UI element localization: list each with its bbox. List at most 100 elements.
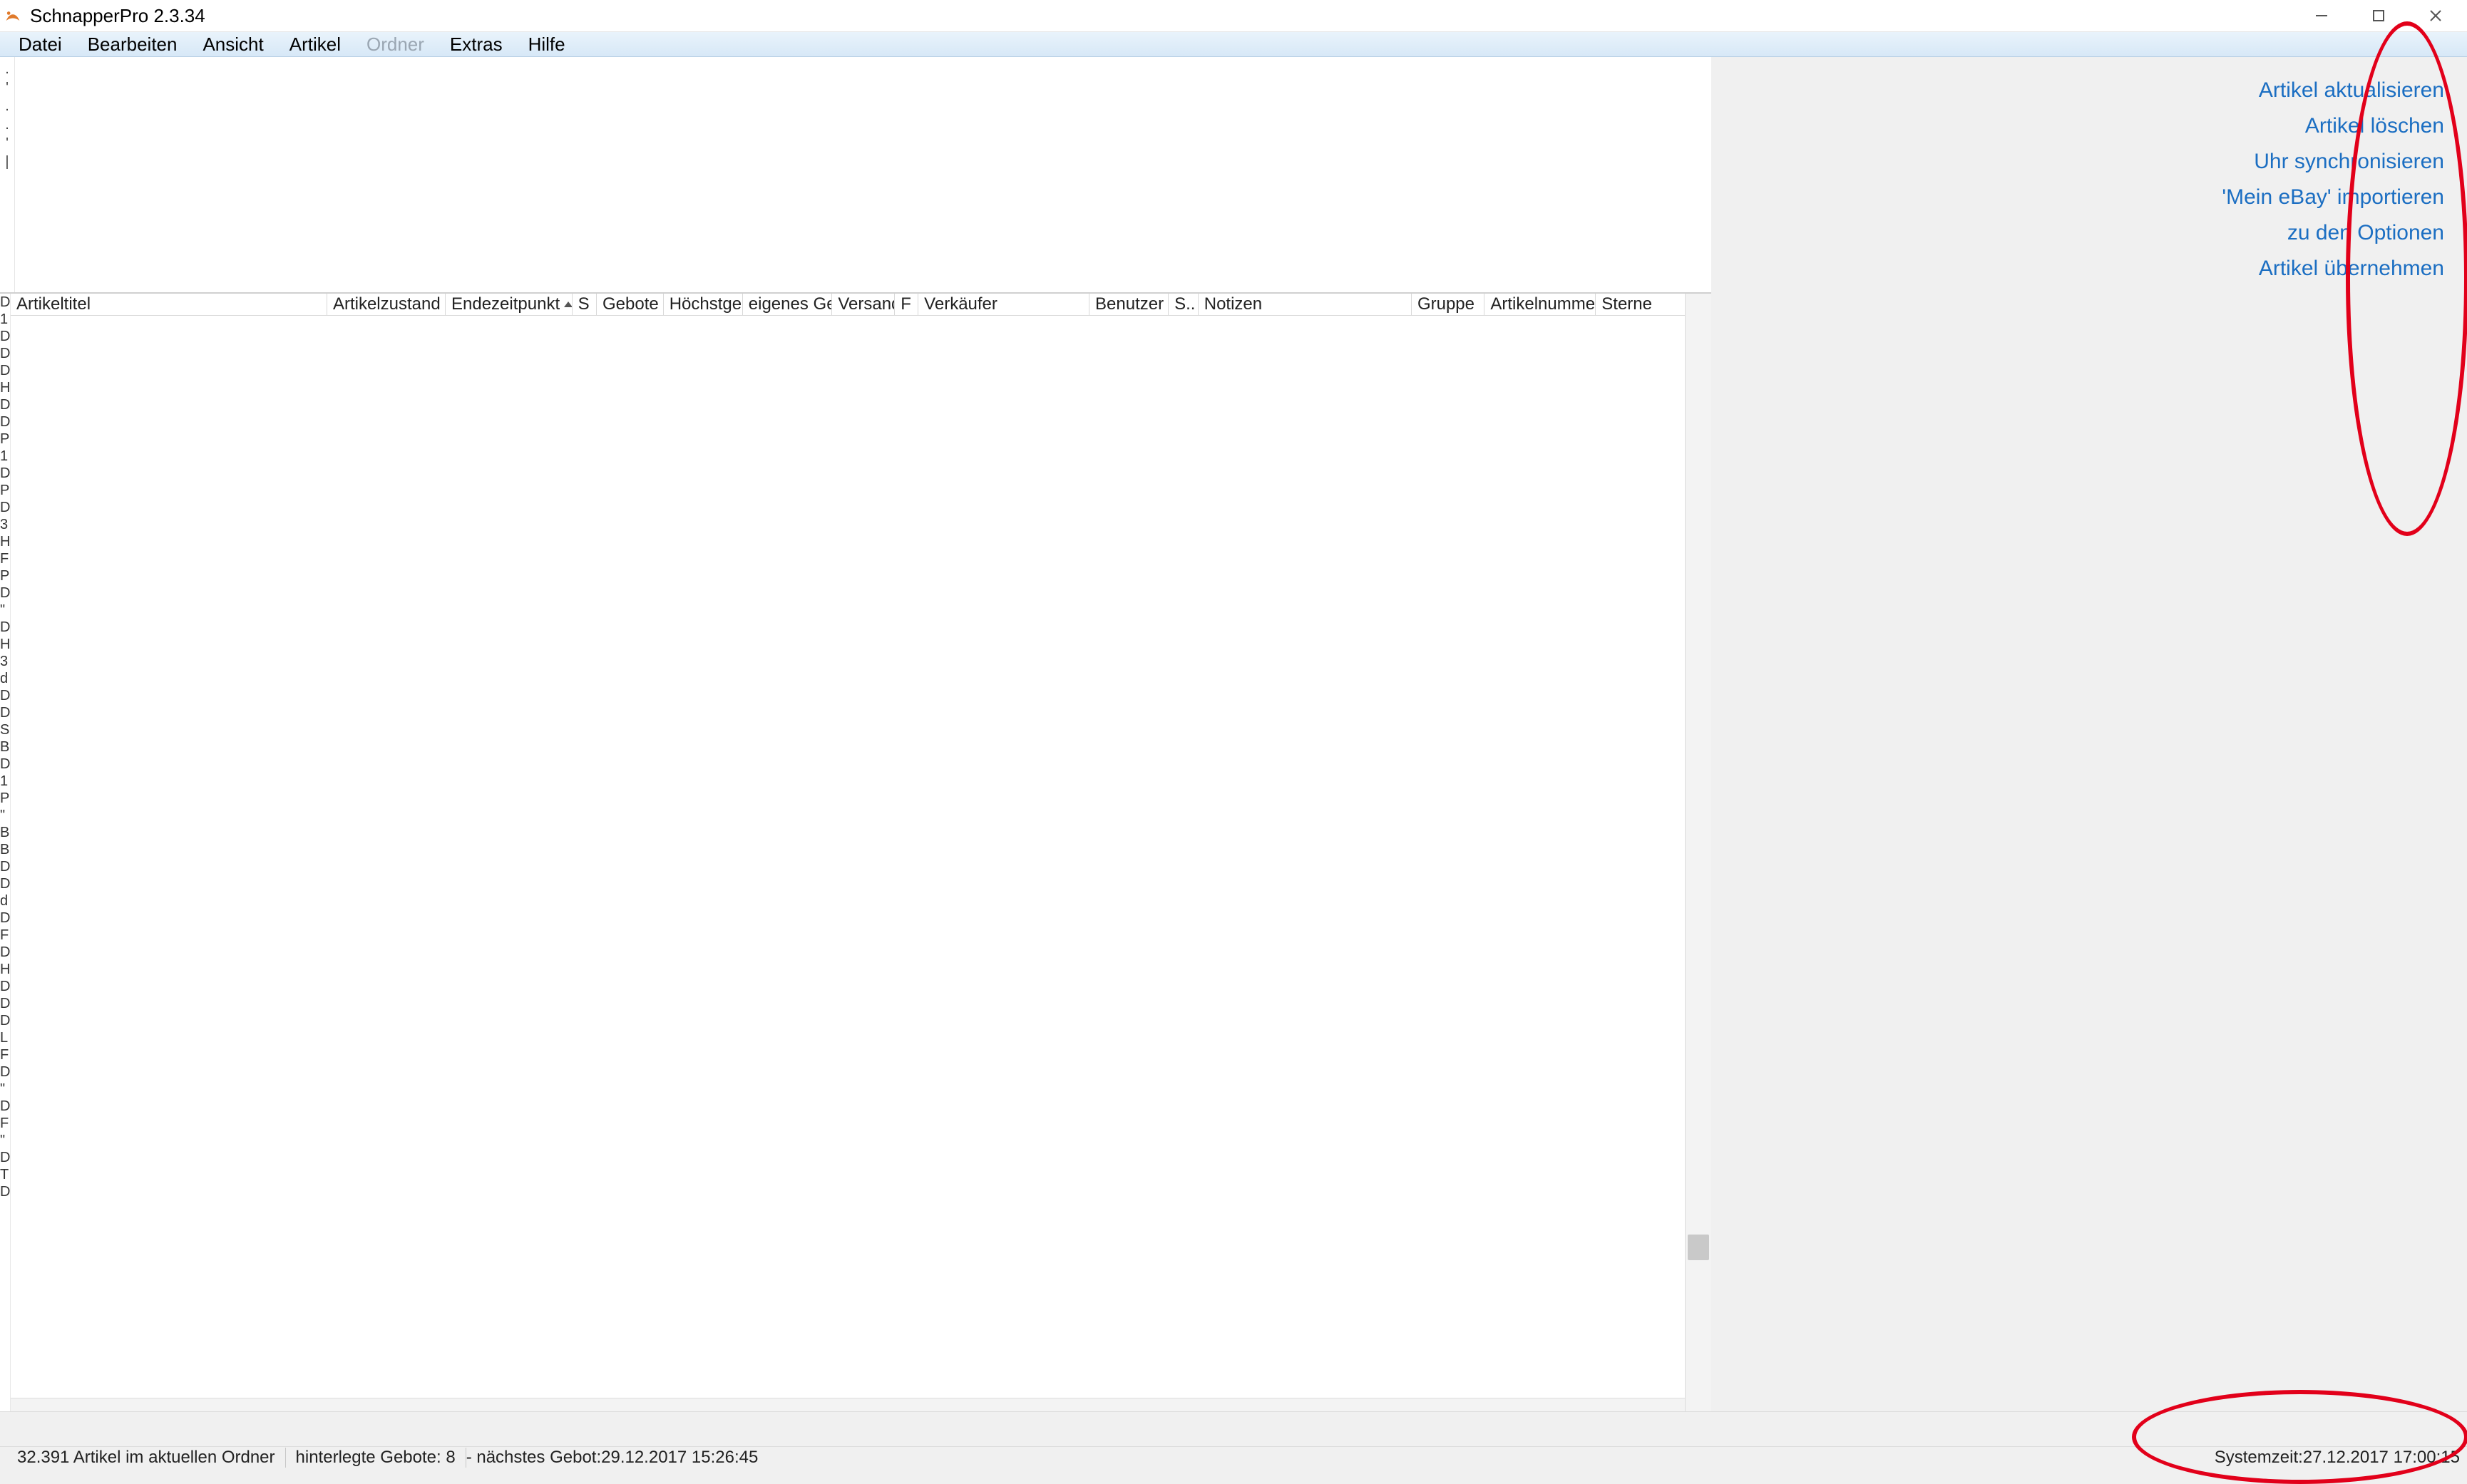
articles-grid: D1DDDHDDP1DPD3HFPD"DH3dDDSBD1P"BBDDdDFDH… xyxy=(0,293,1711,1411)
left-column: .'..'| D1DDDHDDP1DPD3HFPD"DH3dDDSBD1P"BB… xyxy=(0,57,1711,1411)
row-rail-mark: D xyxy=(0,328,10,345)
row-rail-mark: P xyxy=(0,482,10,499)
row-rail-mark: " xyxy=(0,807,10,824)
row-rail-mark: D xyxy=(0,584,10,602)
row-rail-mark: D xyxy=(0,756,10,773)
row-rail-mark: B xyxy=(0,824,10,841)
bottom-separator xyxy=(0,1411,2467,1447)
status-systemzeit-value: 27.12.2017 17:00:15 xyxy=(2303,1448,2460,1468)
preview-rail: .'..'| xyxy=(0,57,15,292)
row-rail-mark: H xyxy=(0,379,10,396)
minimize-button[interactable] xyxy=(2293,0,2350,31)
column-header[interactable]: Benutzer xyxy=(1089,294,1169,315)
row-rail-mark: F xyxy=(0,1046,10,1063)
close-button[interactable] xyxy=(2407,0,2464,31)
row-rail-mark: P xyxy=(0,567,10,584)
row-rail-mark: D xyxy=(0,978,10,995)
column-header[interactable]: Notizen xyxy=(1199,294,1412,315)
row-rail-mark: D xyxy=(0,1183,10,1200)
menu-ordner: Ordner xyxy=(354,32,437,56)
row-rail-mark: D xyxy=(0,1098,10,1115)
window-controls xyxy=(2293,0,2464,31)
grid-horizontal-scrollbar[interactable] xyxy=(11,1398,1686,1411)
row-rail-mark: F xyxy=(0,1115,10,1132)
column-header[interactable]: Artikelnummer xyxy=(1484,294,1596,315)
column-header[interactable]: Verkäufer xyxy=(918,294,1089,315)
column-header[interactable]: F xyxy=(895,294,918,315)
column-header[interactable]: Artikelzustand xyxy=(327,294,446,315)
row-rail-mark: D xyxy=(0,1012,10,1029)
column-header[interactable]: Versand… xyxy=(832,294,895,315)
row-rail-mark: B xyxy=(0,738,10,756)
scrollbar-thumb[interactable] xyxy=(1688,1235,1709,1260)
row-rail-mark: 3 xyxy=(0,516,10,533)
column-header[interactable]: eigenes Gebot xyxy=(743,294,833,315)
column-header[interactable]: Höchstgebot xyxy=(664,294,743,315)
status-article-count: 32.391 Artikel im aktuellen Ordner xyxy=(7,1448,286,1468)
row-rail-mark: D xyxy=(0,465,10,482)
link-uhr-synchronisieren[interactable]: Uhr synchronisieren xyxy=(2119,144,2444,180)
row-rail-mark: L xyxy=(0,1029,10,1046)
row-rail-mark: D xyxy=(0,1063,10,1081)
row-rail-mark: H xyxy=(0,636,10,653)
maximize-button[interactable] xyxy=(2350,0,2407,31)
window-title: SchnapperPro 2.3.34 xyxy=(30,5,205,27)
row-rail-mark: " xyxy=(0,1081,10,1098)
row-rail-mark: " xyxy=(0,602,10,619)
row-rail-mark: 3 xyxy=(0,653,10,670)
row-rail-mark: P xyxy=(0,790,10,807)
preview-body xyxy=(15,57,1711,292)
row-rail-mark: H xyxy=(0,533,10,550)
item-preview-panel: .'..'| xyxy=(0,57,1711,293)
menu-hilfe[interactable]: Hilfe xyxy=(516,32,578,56)
row-rail-mark: D xyxy=(0,362,10,379)
grid: ArtikeltitelArtikelzustandEndezeitpunktS… xyxy=(11,294,1711,1411)
column-header[interactable]: S.. xyxy=(1169,294,1199,315)
status-naechstes-gebot-label: - nächstes Gebot: xyxy=(466,1448,601,1468)
menu-artikel[interactable]: Artikel xyxy=(277,32,354,56)
menu-extras[interactable]: Extras xyxy=(437,32,516,56)
status-naechstes-gebot-value: 29.12.2017 15:26:45 xyxy=(601,1448,758,1468)
row-rail-mark: d xyxy=(0,670,10,687)
row-rail-mark: D xyxy=(0,858,10,875)
grid-header: ArtikeltitelArtikelzustandEndezeitpunktS… xyxy=(11,294,1711,316)
row-rail-mark: D xyxy=(0,413,10,431)
status-systemzeit-label: Systemzeit: xyxy=(2215,1448,2303,1468)
title-bar: SchnapperPro 2.3.34 xyxy=(0,0,2467,32)
row-rail-mark: F xyxy=(0,927,10,944)
column-header[interactable]: Endezeitpunkt xyxy=(446,294,573,315)
menu-bar: Datei Bearbeiten Ansicht Artikel Ordner … xyxy=(0,32,2467,57)
row-rail-mark: B xyxy=(0,841,10,858)
row-rail-mark: D xyxy=(0,687,10,704)
link-zu-den-optionen[interactable]: zu den Optionen xyxy=(2119,215,2444,251)
row-rail-mark: P xyxy=(0,431,10,448)
menu-datei[interactable]: Datei xyxy=(6,32,75,56)
row-rail-mark: D xyxy=(0,1149,10,1166)
grid-vertical-scrollbar[interactable] xyxy=(1685,294,1711,1411)
row-rail-mark: D xyxy=(0,345,10,362)
link-artikel-loeschen[interactable]: Artikel löschen xyxy=(2119,108,2444,144)
link-artikel-uebernehmen[interactable]: Artikel übernehmen xyxy=(2119,251,2444,287)
row-rail-mark: H xyxy=(0,961,10,978)
row-rail-mark: 1 xyxy=(0,773,10,790)
preview-rail-mark: ' xyxy=(6,134,9,153)
link-mein-ebay-importieren[interactable]: 'Mein eBay' importieren xyxy=(2119,180,2444,215)
row-rail-mark: D xyxy=(0,875,10,892)
row-rail-mark: D xyxy=(0,294,10,311)
link-artikel-aktualisieren[interactable]: Artikel aktualisieren xyxy=(2119,73,2444,108)
status-hinterlegte-gebote: hinterlegte Gebote: 8 xyxy=(286,1448,466,1468)
preview-rail-mark: ' xyxy=(6,78,9,97)
row-rail-mark: D xyxy=(0,396,10,413)
column-header[interactable]: S xyxy=(573,294,597,315)
menu-ansicht[interactable]: Ansicht xyxy=(190,32,276,56)
row-rail-mark: 1 xyxy=(0,448,10,465)
main-area: .'..'| D1DDDHDDP1DPD3HFPD"DH3dDDSBD1P"BB… xyxy=(0,57,2467,1411)
column-header[interactable]: Gebote xyxy=(597,294,664,315)
grid-body[interactable] xyxy=(11,315,1686,1398)
column-header[interactable]: Artikeltitel xyxy=(11,294,327,315)
column-header[interactable]: Gruppe xyxy=(1412,294,1484,315)
row-rail-mark: 1 xyxy=(0,311,10,328)
actions-panel: Artikel aktualisieren Artikel löschen Uh… xyxy=(2096,57,2467,1411)
middle-gap xyxy=(1711,57,2096,1411)
menu-bearbeiten[interactable]: Bearbeiten xyxy=(75,32,190,56)
